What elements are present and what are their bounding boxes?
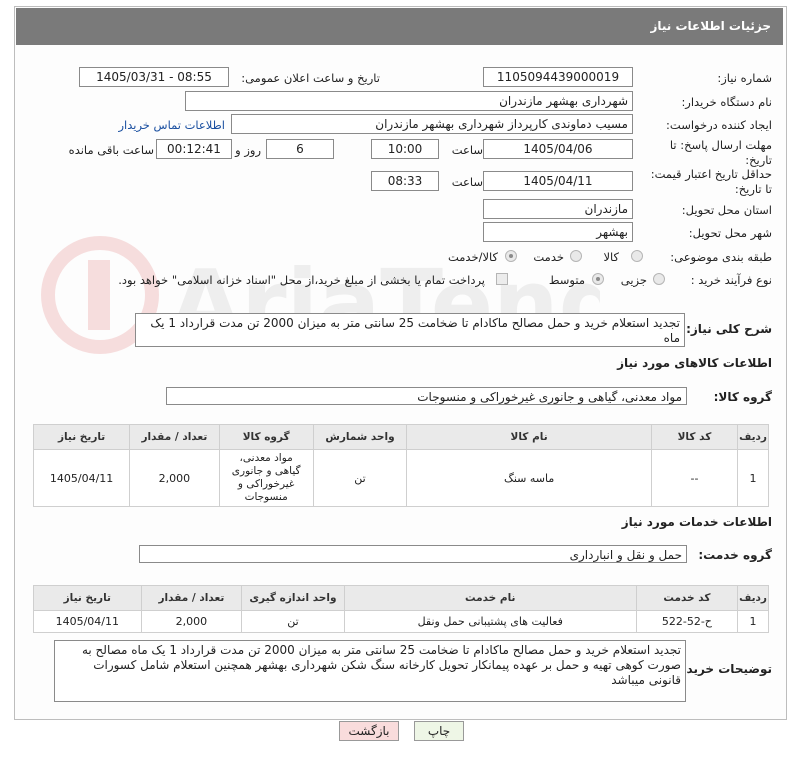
cell-row: 1 bbox=[737, 610, 769, 633]
cell-group: مواد معدنی، گیاهی و جانوری غیرخوراکی و م… bbox=[218, 449, 314, 507]
category-radio-service[interactable] bbox=[570, 250, 582, 262]
table-row: 1 ح-52-522 فعالیت های پشتیبانی حمل ونقل … bbox=[33, 610, 769, 633]
process-minor-label: جزیی bbox=[620, 273, 647, 287]
cell-unit: تن bbox=[312, 449, 408, 507]
category-goods-service-label: کالا/خدمت bbox=[447, 250, 498, 264]
description-label: شرح کلی نیاز: bbox=[686, 322, 772, 336]
col-date: تاریخ نیاز bbox=[32, 424, 131, 450]
goods-group-label: گروه کالا: bbox=[713, 390, 772, 404]
col-code: کد کالا bbox=[650, 424, 739, 450]
col-qty: تعداد / مقدار bbox=[129, 424, 220, 450]
days-label: روز و bbox=[235, 143, 261, 157]
col-unit: واحد اندازه گیری bbox=[241, 585, 345, 611]
services-table-header: ردیف کد خدمت نام خدمت واحد اندازه گیری ت… bbox=[33, 585, 769, 611]
deadline-label: مهلت ارسال پاسخ: تا تاریخ: bbox=[669, 138, 772, 167]
remaining-time-field: 00:12:41 bbox=[156, 139, 232, 159]
col-qty: تعداد / مقدار bbox=[140, 585, 243, 611]
validity-time-field: 08:33 bbox=[371, 171, 439, 191]
buyer-field: شهرداری بهشهر مازندران bbox=[185, 91, 633, 111]
need-number-field: 1105094439000019 bbox=[483, 67, 633, 87]
city-label: شهر محل تحویل: bbox=[688, 226, 772, 240]
creator-label: ایجاد کننده درخواست: bbox=[666, 118, 772, 132]
goods-section-title: اطلاعات کالاهای مورد نیاز bbox=[617, 356, 772, 370]
services-group-label: گروه خدمت: bbox=[698, 548, 772, 562]
process-radio-medium[interactable] bbox=[592, 273, 604, 285]
cell-name: ماسه سنگ bbox=[406, 449, 652, 507]
buyer-notes-field: تجدید استعلام خرید و حمل مصالح ماکادام ت… bbox=[54, 640, 686, 702]
category-radio-goods-service[interactable] bbox=[505, 250, 517, 262]
process-medium-label: متوسط bbox=[548, 273, 585, 287]
services-section-title: اطلاعات خدمات مورد نیاز bbox=[621, 515, 772, 529]
cell-name: فعالیت های پشتیبانی حمل ونقل bbox=[343, 610, 637, 633]
cell-row: 1 bbox=[737, 449, 769, 507]
services-table: ردیف کد خدمت نام خدمت واحد اندازه گیری ت… bbox=[33, 585, 769, 633]
announce-label: تاریخ و ساعت اعلان عمومی: bbox=[241, 71, 380, 85]
deadline-date-field: 1405/04/06 bbox=[483, 139, 633, 159]
validity-label: حداقل تاریخ اعتبار قیمت: تا تاریخ: bbox=[650, 167, 772, 196]
deadline-time-label: ساعت bbox=[451, 143, 483, 157]
process-label: نوع فرآیند خرید : bbox=[690, 273, 772, 287]
table-row: 1 -- ماسه سنگ تن مواد معدنی، گیاهی و جان… bbox=[32, 449, 769, 507]
cell-unit: تن bbox=[241, 610, 345, 633]
need-number-label: شماره نیاز: bbox=[717, 71, 772, 85]
cell-qty: 2,000 bbox=[140, 610, 243, 633]
creator-field: مسیب دماوندی کارپرداز شهرداری بهشهر مازن… bbox=[231, 114, 633, 134]
category-goods-label: کالا bbox=[603, 250, 619, 264]
cell-date: 1405/04/11 bbox=[33, 610, 142, 633]
buyer-label: نام دستگاه خریدار: bbox=[681, 95, 772, 109]
city-field: بهشهر bbox=[483, 222, 633, 242]
col-name: نام کالا bbox=[406, 424, 652, 450]
remaining-label: ساعت باقی مانده bbox=[68, 143, 154, 157]
category-service-label: خدمت bbox=[533, 250, 564, 264]
province-field: مازندران bbox=[483, 199, 633, 219]
cell-date: 1405/04/11 bbox=[32, 449, 131, 507]
province-label: استان محل تحویل: bbox=[681, 203, 772, 217]
validity-time-label: ساعت bbox=[451, 175, 483, 189]
col-unit: واحد شمارش bbox=[312, 424, 408, 450]
print-button[interactable]: چاپ bbox=[414, 721, 464, 741]
goods-table-header: ردیف کد کالا نام کالا واحد شمارش گروه کا… bbox=[32, 424, 769, 450]
description-field: تجدید استعلام خرید و حمل مصالح ماکادام ت… bbox=[135, 313, 685, 347]
cell-code: ح-52-522 bbox=[635, 610, 739, 633]
cell-qty: 2,000 bbox=[129, 449, 220, 507]
col-date: تاریخ نیاز bbox=[33, 585, 142, 611]
category-radio-goods[interactable] bbox=[631, 250, 643, 262]
process-radio-minor[interactable] bbox=[653, 273, 665, 285]
panel-title: جزئیات اطلاعات نیاز bbox=[650, 19, 771, 33]
deadline-time-field: 10:00 bbox=[371, 139, 439, 159]
panel-header: جزئیات اطلاعات نیاز bbox=[16, 8, 783, 45]
payment-note: پرداخت تمام یا بخشی از مبلغ خرید،از محل … bbox=[118, 273, 485, 287]
validity-date-field: 1405/04/11 bbox=[483, 171, 633, 191]
services-group-field: حمل و نقل و انبارداری bbox=[139, 545, 687, 563]
col-group: گروه کالا bbox=[218, 424, 314, 450]
col-code: کد خدمت bbox=[635, 585, 739, 611]
col-row: ردیف bbox=[737, 424, 769, 450]
category-label: طبقه بندی موضوعی: bbox=[670, 250, 772, 264]
announce-field: 1405/03/31 - 08:55 bbox=[79, 67, 229, 87]
days-field: 6 bbox=[266, 139, 334, 159]
back-button[interactable]: بازگشت bbox=[339, 721, 399, 741]
col-name: نام خدمت bbox=[343, 585, 637, 611]
goods-table: ردیف کد کالا نام کالا واحد شمارش گروه کا… bbox=[32, 424, 769, 507]
col-row: ردیف bbox=[737, 585, 769, 611]
contact-info-link[interactable]: اطلاعات تماس خریدار bbox=[118, 118, 225, 132]
goods-group-field: مواد معدنی، گیاهی و جانوری غیرخوراکی و م… bbox=[166, 387, 687, 405]
cell-code: -- bbox=[650, 449, 739, 507]
treasury-checkbox[interactable] bbox=[496, 273, 508, 285]
